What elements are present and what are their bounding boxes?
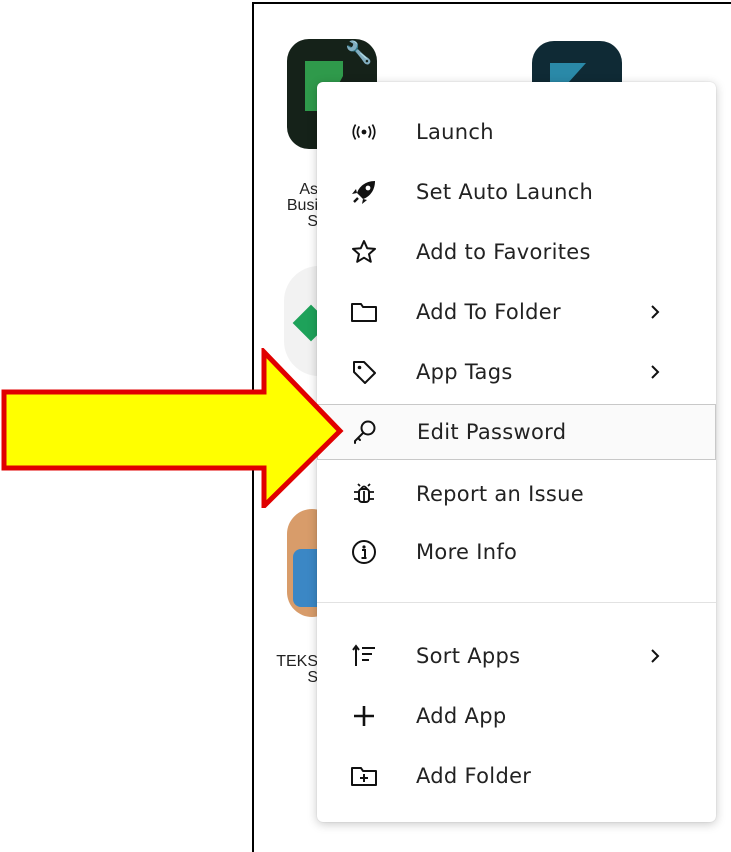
menu-item-add-to-favorites[interactable]: Add to Favorites [317,226,716,278]
menu-item-label: App Tags [416,360,513,384]
folder-icon [350,298,378,326]
menu-item-add-app[interactable]: Add App [317,690,716,742]
chevron-right-icon [647,302,663,322]
annotation-arrow [1,348,344,508]
app-label: S [307,669,318,686]
star-icon [350,238,378,266]
menu-item-add-to-folder[interactable]: Add To Folder [317,286,716,338]
menu-item-label: Add To Folder [416,300,561,324]
rocket-icon [350,178,378,206]
tag-icon [350,358,378,386]
chevron-right-icon [647,646,663,666]
menu-item-label: Sort Apps [416,644,521,668]
menu-item-report-an-issue[interactable]: Report an Issue [317,468,716,520]
wrench-icon: 🔧 [345,41,373,66]
menu-divider [317,602,716,603]
app-label: S [307,213,318,230]
info-icon [350,538,378,566]
menu-item-label: Report an Issue [416,482,584,506]
app-label: As [299,181,318,198]
menu-item-label: Set Auto Launch [416,180,594,204]
menu-item-add-folder[interactable]: Add Folder [317,750,716,802]
menu-item-label: Add App [416,704,507,728]
menu-item-sort-apps[interactable]: Sort Apps [317,630,716,682]
app-label: TEKS [276,653,318,670]
plus-icon [350,702,378,730]
menu-item-more-info[interactable]: More Info [317,526,716,578]
app-label: Busi [286,197,318,214]
menu-item-label: Add to Favorites [416,240,591,264]
menu-item-label: Edit Password [417,420,567,444]
app-context-menu: Launch Set Auto Launch Add to Favorites … [317,82,716,822]
sort-icon [350,642,378,670]
menu-item-app-tags[interactable]: App Tags [317,346,716,398]
folder-plus-icon [350,762,378,790]
menu-item-label: Add Folder [416,764,532,788]
key-icon [351,418,379,446]
broadcast-icon [350,118,378,146]
menu-item-set-auto-launch[interactable]: Set Auto Launch [317,166,716,218]
menu-item-edit-password[interactable]: Edit Password [317,404,716,460]
bug-icon [350,480,378,508]
menu-item-launch[interactable]: Launch [317,106,716,158]
menu-item-label: Launch [416,120,494,144]
chevron-right-icon [647,362,663,382]
menu-item-label: More Info [416,540,518,564]
